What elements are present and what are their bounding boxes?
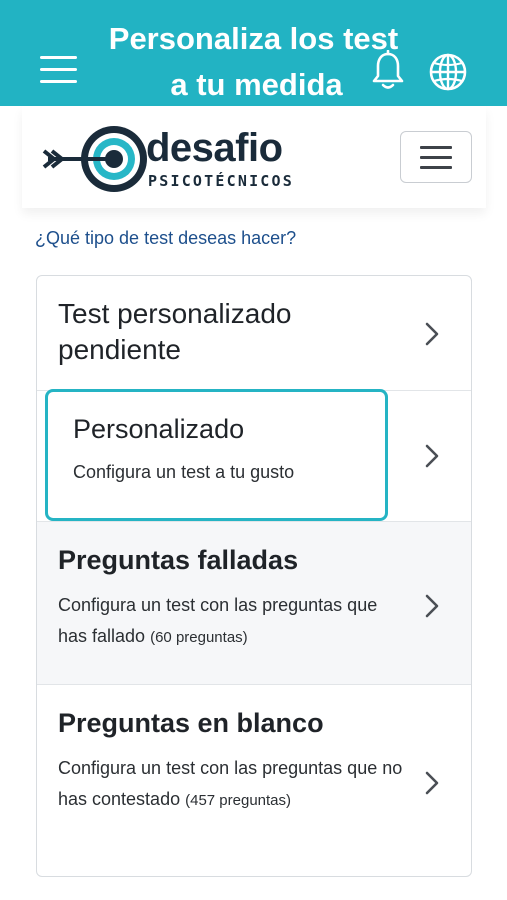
target-arrow-logo-icon[interactable] [42, 124, 150, 194]
option-description: Configura un test con las preguntas que … [58, 590, 408, 653]
selected-highlight [45, 389, 388, 521]
option-failed-questions[interactable]: Preguntas falladas Configura un test con… [37, 521, 471, 684]
site-header: desafio PSICOTÉCNICOS [22, 106, 486, 208]
bell-icon[interactable] [370, 50, 406, 92]
logo-subtitle: PSICOTÉCNICOS [148, 172, 294, 190]
promo-banner: Personaliza los test a tu medida [0, 0, 507, 106]
chevron-right-icon [425, 771, 439, 795]
hamburger-icon [420, 146, 452, 149]
logo-wordmark: desafio [146, 126, 283, 170]
option-blank-questions[interactable]: Preguntas en blanco Configura un test co… [37, 684, 471, 876]
chevron-right-icon [425, 444, 439, 468]
test-options-list: Test personalizado pendiente Personaliza… [36, 275, 472, 877]
option-question-count: (60 preguntas) [150, 629, 248, 646]
option-title: Preguntas falladas [58, 545, 299, 575]
option-title: Test personalizado pendiente [58, 298, 292, 365]
test-type-question-link[interactable]: ¿Qué tipo de test deseas hacer? [35, 228, 296, 249]
chevron-right-icon [425, 322, 439, 346]
option-title: Preguntas en blanco [58, 708, 324, 738]
menu-icon[interactable] [40, 56, 78, 88]
option-description: Configura un test con las preguntas que … [58, 753, 408, 816]
option-title: Personalizado [73, 414, 245, 444]
option-question-count: (457 preguntas) [185, 792, 292, 809]
globe-icon[interactable] [428, 52, 468, 92]
chevron-right-icon [425, 594, 439, 618]
option-custom-test[interactable]: Personalizado Configura un test a tu gus… [37, 389, 471, 521]
nav-toggle-button[interactable] [400, 131, 472, 183]
option-pending-custom-test[interactable]: Test personalizado pendiente [37, 276, 471, 390]
option-description: Configura un test a tu gusto [73, 462, 295, 482]
banner-title-line1: Personaliza los test [108, 21, 399, 56]
